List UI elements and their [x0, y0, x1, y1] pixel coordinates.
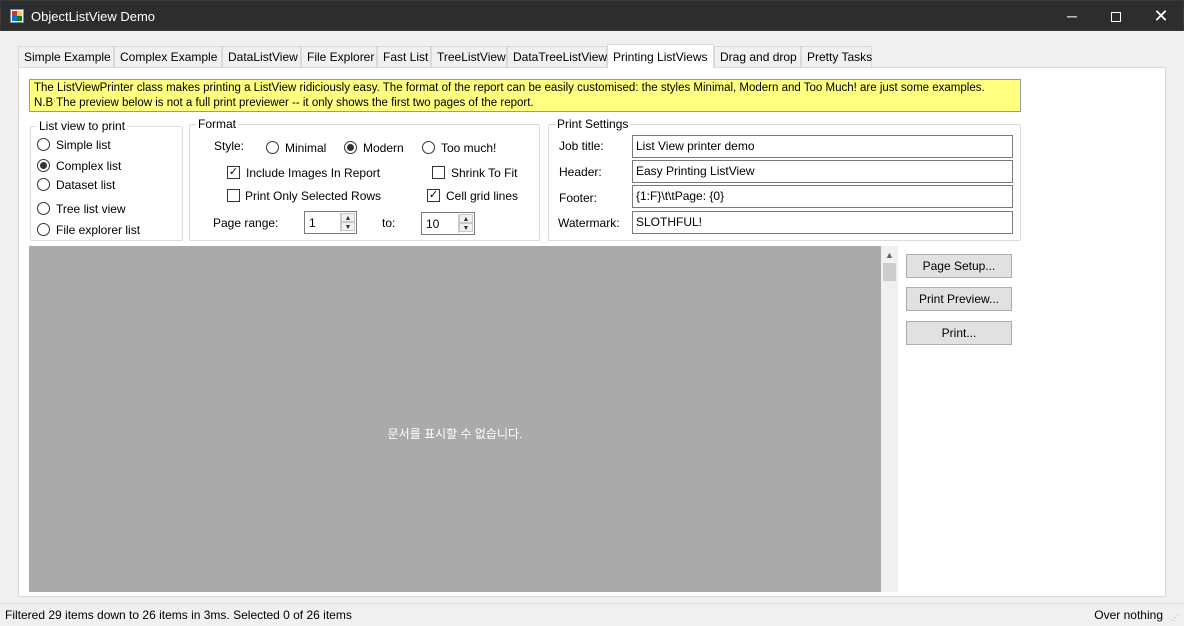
style-label: Style:	[214, 139, 245, 153]
spin-down-icon[interactable]: ▼	[341, 222, 355, 231]
tab-drag-and-drop[interactable]: Drag and drop	[714, 46, 801, 68]
radio-tree-list-view[interactable]	[37, 202, 50, 215]
radio-label[interactable]: Dataset list	[56, 178, 115, 192]
tab-simple-example[interactable]: Simple Example	[18, 46, 114, 68]
checkbox-label[interactable]: Cell grid lines	[446, 189, 518, 203]
radio-label[interactable]: Minimal	[285, 141, 326, 155]
tab-datatreelistview[interactable]: DataTreeListView	[507, 46, 607, 68]
group-legend: List view to print	[39, 119, 126, 133]
app-icon	[10, 9, 24, 23]
info-line-2: N.B The preview below is not a full prin…	[34, 97, 534, 109]
tab-complex-example[interactable]: Complex Example	[114, 46, 222, 68]
radio-label[interactable]: Complex list	[56, 159, 121, 173]
radio-dataset-list[interactable]	[37, 178, 50, 191]
radio-file-explorer-list[interactable]	[37, 223, 50, 236]
radio-label[interactable]: File explorer list	[56, 223, 140, 237]
checkbox-label[interactable]: Include Images In Report	[246, 166, 380, 180]
group-legend: Format	[198, 117, 237, 131]
radio-style-minimal[interactable]	[266, 141, 279, 154]
info-banner: The ListViewPrinter class makes printing…	[29, 79, 1021, 112]
header-label: Header:	[559, 165, 602, 179]
footer-field[interactable]: {1:F}\t\tPage: {0}	[632, 185, 1013, 208]
checkbox-shrink-to-fit[interactable]	[432, 166, 445, 179]
minimize-icon: ─	[1067, 8, 1077, 24]
scroll-thumb[interactable]	[883, 263, 896, 281]
checkbox-print-only-selected[interactable]	[227, 189, 240, 202]
tab-printing-listviews[interactable]: Printing ListViews	[607, 44, 714, 68]
preview-message: 문서를 표시할 수 없습니다.	[387, 427, 523, 441]
page-to-stepper[interactable]: 10 ▲ ▼	[421, 212, 475, 235]
status-hover-text: Over nothing	[1094, 608, 1163, 622]
radio-complex-list[interactable]	[37, 159, 50, 172]
page-from-value: 1	[309, 216, 316, 230]
close-icon: ✕	[1153, 6, 1169, 26]
maximize-button[interactable]	[1093, 1, 1139, 31]
check-icon: ✓	[228, 166, 239, 178]
tab-datalistview[interactable]: DataListView	[222, 46, 301, 68]
radio-label[interactable]: Too much!	[441, 141, 496, 155]
page-range-label: Page range:	[213, 216, 279, 230]
print-preview-button[interactable]: Print Preview...	[906, 287, 1012, 311]
resize-grip-icon[interactable]: ⋰	[1171, 613, 1181, 623]
page-from-stepper[interactable]: 1 ▲ ▼	[304, 211, 357, 234]
preview-scrollbar[interactable]: ▲	[881, 246, 898, 592]
watermark-field[interactable]: SLOTHFUL!	[632, 211, 1013, 234]
print-preview-area[interactable]: 문서를 표시할 수 없습니다.	[29, 246, 881, 592]
status-bar: Filtered 29 items down to 26 items in 3m…	[0, 603, 1184, 626]
tab-pretty-tasks[interactable]: Pretty Tasks	[801, 46, 872, 68]
checkbox-label[interactable]: Print Only Selected Rows	[245, 189, 381, 203]
checkbox-cell-grid-lines[interactable]: ✓	[427, 189, 440, 202]
check-icon: ✓	[428, 189, 439, 201]
spin-up-icon[interactable]: ▲	[341, 213, 355, 222]
spin-down-icon[interactable]: ▼	[459, 223, 473, 232]
to-label: to:	[382, 216, 396, 230]
footer-label: Footer:	[559, 191, 598, 205]
checkbox-label[interactable]: Shrink To Fit	[451, 166, 517, 180]
tab-file-explorer[interactable]: File Explorer	[301, 46, 377, 68]
radio-label[interactable]: Tree list view	[56, 202, 126, 216]
watermark-label: Watermark:	[558, 216, 620, 230]
window-title: ObjectListView Demo	[31, 9, 156, 24]
close-button[interactable]: ✕	[1138, 1, 1184, 31]
page-to-value: 10	[426, 217, 440, 231]
scroll-up-icon[interactable]: ▲	[881, 248, 898, 262]
group-legend: Print Settings	[557, 117, 629, 131]
tab-fast-list[interactable]: Fast List	[377, 46, 431, 68]
radio-label[interactable]: Modern	[363, 141, 404, 155]
status-text: Filtered 29 items down to 26 items in 3m…	[5, 608, 352, 622]
radio-style-modern[interactable]	[344, 141, 357, 154]
minimize-button[interactable]: ─	[1049, 1, 1095, 31]
job-title-field[interactable]: List View printer demo	[632, 135, 1013, 158]
print-button[interactable]: Print...	[906, 321, 1012, 345]
job-title-label: Job title:	[559, 139, 604, 153]
radio-simple-list[interactable]	[37, 138, 50, 151]
radio-style-too-much[interactable]	[422, 141, 435, 154]
title-bar: ObjectListView Demo ─ ✕	[0, 0, 1184, 31]
spin-up-icon[interactable]: ▲	[459, 214, 473, 223]
tab-treelistview[interactable]: TreeListView	[431, 46, 507, 68]
info-line-1: The ListViewPrinter class makes printing…	[34, 82, 985, 94]
page-setup-button[interactable]: Page Setup...	[906, 254, 1012, 278]
header-field[interactable]: Easy Printing ListView	[632, 160, 1013, 183]
checkbox-include-images[interactable]: ✓	[227, 166, 240, 179]
maximize-icon	[1111, 12, 1121, 23]
radio-label[interactable]: Simple list	[56, 138, 111, 152]
